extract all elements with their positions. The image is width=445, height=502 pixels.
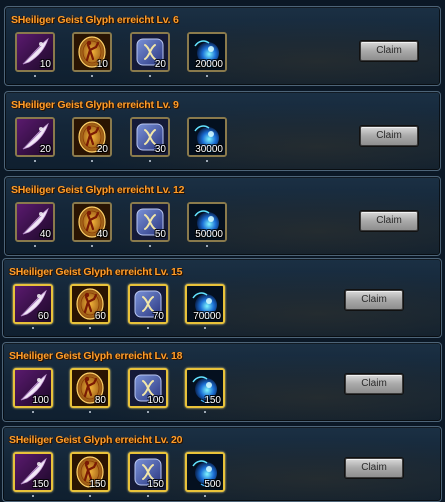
shield-item-slot[interactable]: 10 — [72, 32, 112, 72]
slot-indicator — [91, 245, 93, 247]
slot-indicator — [34, 245, 36, 247]
claim-button[interactable]: Claim — [360, 126, 418, 146]
reward-list: SHeiliger Geist Glyph erreicht Lv. 6 10 — [0, 0, 445, 502]
slot-indicator — [149, 75, 151, 77]
reward-row: SHeiliger Geist Glyph erreicht Lv. 15 60 — [2, 258, 442, 338]
slot-indicator — [91, 160, 93, 162]
slot-indicator — [91, 75, 93, 77]
rune-item-slot[interactable]: 100 — [128, 368, 168, 408]
shield-item-slot[interactable]: 40 — [72, 202, 112, 242]
slot-indicator — [89, 495, 91, 497]
item-quantity: 30 — [154, 144, 166, 155]
slot-indicator — [89, 411, 91, 413]
slot-indicator — [204, 495, 206, 497]
claim-button[interactable]: Claim — [360, 41, 418, 61]
rune-item-slot[interactable]: 20 — [130, 32, 170, 72]
slot-indicator — [147, 495, 149, 497]
item-quantity: 60 — [94, 311, 106, 322]
item-quantity: 70 — [152, 311, 164, 322]
item-quantity: 100 — [147, 395, 164, 406]
reward-title: SHeiliger Geist Glyph erreicht Lv. 20 — [9, 434, 183, 446]
item-quantity: 60 — [37, 311, 49, 322]
item-quantity: 500 — [204, 479, 221, 490]
slot-indicator — [206, 245, 208, 247]
claim-button[interactable]: Claim — [345, 374, 403, 394]
feather-item-slot[interactable]: 60 — [13, 284, 53, 324]
claim-button[interactable]: Claim — [345, 458, 403, 478]
slot-indicator — [32, 411, 34, 413]
feather-item-slot[interactable]: 10 — [15, 32, 55, 72]
slot-indicator — [149, 160, 151, 162]
reward-row: SHeiliger Geist Glyph erreicht Lv. 18 10… — [2, 342, 442, 422]
shield-item-slot[interactable]: 150 — [70, 452, 110, 492]
rune-item-slot[interactable]: 50 — [130, 202, 170, 242]
shield-item-slot[interactable]: 80 — [70, 368, 110, 408]
rune-item-slot[interactable]: 30 — [130, 117, 170, 157]
item-quantity: 30000 — [195, 144, 223, 155]
orb-item-slot[interactable]: 20000 — [187, 32, 227, 72]
orb-item-slot[interactable]: 30000 — [187, 117, 227, 157]
item-quantity: 40 — [39, 229, 51, 240]
slot-indicator — [89, 327, 91, 329]
orb-item-slot[interactable]: 50000 — [187, 202, 227, 242]
item-quantity: 20 — [154, 59, 166, 70]
slot-indicator — [34, 160, 36, 162]
slot-indicator — [147, 411, 149, 413]
reward-row: SHeiliger Geist Glyph erreicht Lv. 9 20 — [4, 91, 441, 171]
item-quantity: 20 — [96, 144, 108, 155]
slot-indicator — [32, 495, 34, 497]
orb-item-slot[interactable]: 70000 — [185, 284, 225, 324]
item-quantity: 150 — [147, 479, 164, 490]
slot-indicator — [147, 327, 149, 329]
item-quantity: 20000 — [195, 59, 223, 70]
item-quantity: 10 — [39, 59, 51, 70]
item-quantity: 50 — [154, 229, 166, 240]
reward-row: SHeiliger Geist Glyph erreicht Lv. 12 40 — [4, 176, 441, 256]
feather-item-slot[interactable]: 100 — [13, 368, 53, 408]
orb-item-slot[interactable]: 500 — [185, 452, 225, 492]
slot-indicator — [206, 160, 208, 162]
slot-indicator — [206, 75, 208, 77]
reward-title: SHeiliger Geist Glyph erreicht Lv. 9 — [11, 99, 179, 111]
feather-item-slot[interactable]: 20 — [15, 117, 55, 157]
item-quantity: 20 — [39, 144, 51, 155]
reward-row: SHeiliger Geist Glyph erreicht Lv. 6 10 — [4, 6, 441, 86]
rune-item-slot[interactable]: 70 — [128, 284, 168, 324]
item-quantity: 10 — [96, 59, 108, 70]
item-quantity: 40 — [96, 229, 108, 240]
shield-item-slot[interactable]: 20 — [72, 117, 112, 157]
slot-indicator — [34, 75, 36, 77]
orb-item-slot[interactable]: 150 — [185, 368, 225, 408]
reward-title: SHeiliger Geist Glyph erreicht Lv. 12 — [11, 184, 185, 196]
item-quantity: 80 — [94, 395, 106, 406]
claim-button[interactable]: Claim — [360, 211, 418, 231]
item-quantity: 150 — [32, 479, 49, 490]
slot-indicator — [204, 411, 206, 413]
reward-title: SHeiliger Geist Glyph erreicht Lv. 15 — [9, 266, 183, 278]
slot-indicator — [204, 327, 206, 329]
item-quantity: 70000 — [193, 311, 221, 322]
reward-title: SHeiliger Geist Glyph erreicht Lv. 6 — [11, 14, 179, 26]
claim-button[interactable]: Claim — [345, 290, 403, 310]
item-quantity: 100 — [32, 395, 49, 406]
rune-item-slot[interactable]: 150 — [128, 452, 168, 492]
item-quantity: 50000 — [195, 229, 223, 240]
shield-item-slot[interactable]: 60 — [70, 284, 110, 324]
reward-title: SHeiliger Geist Glyph erreicht Lv. 18 — [9, 350, 183, 362]
slot-indicator — [149, 245, 151, 247]
slot-indicator — [32, 327, 34, 329]
item-quantity: 150 — [89, 479, 106, 490]
reward-row: SHeiliger Geist Glyph erreicht Lv. 20 15… — [2, 426, 442, 502]
feather-item-slot[interactable]: 150 — [13, 452, 53, 492]
item-quantity: 150 — [204, 395, 221, 406]
feather-item-slot[interactable]: 40 — [15, 202, 55, 242]
